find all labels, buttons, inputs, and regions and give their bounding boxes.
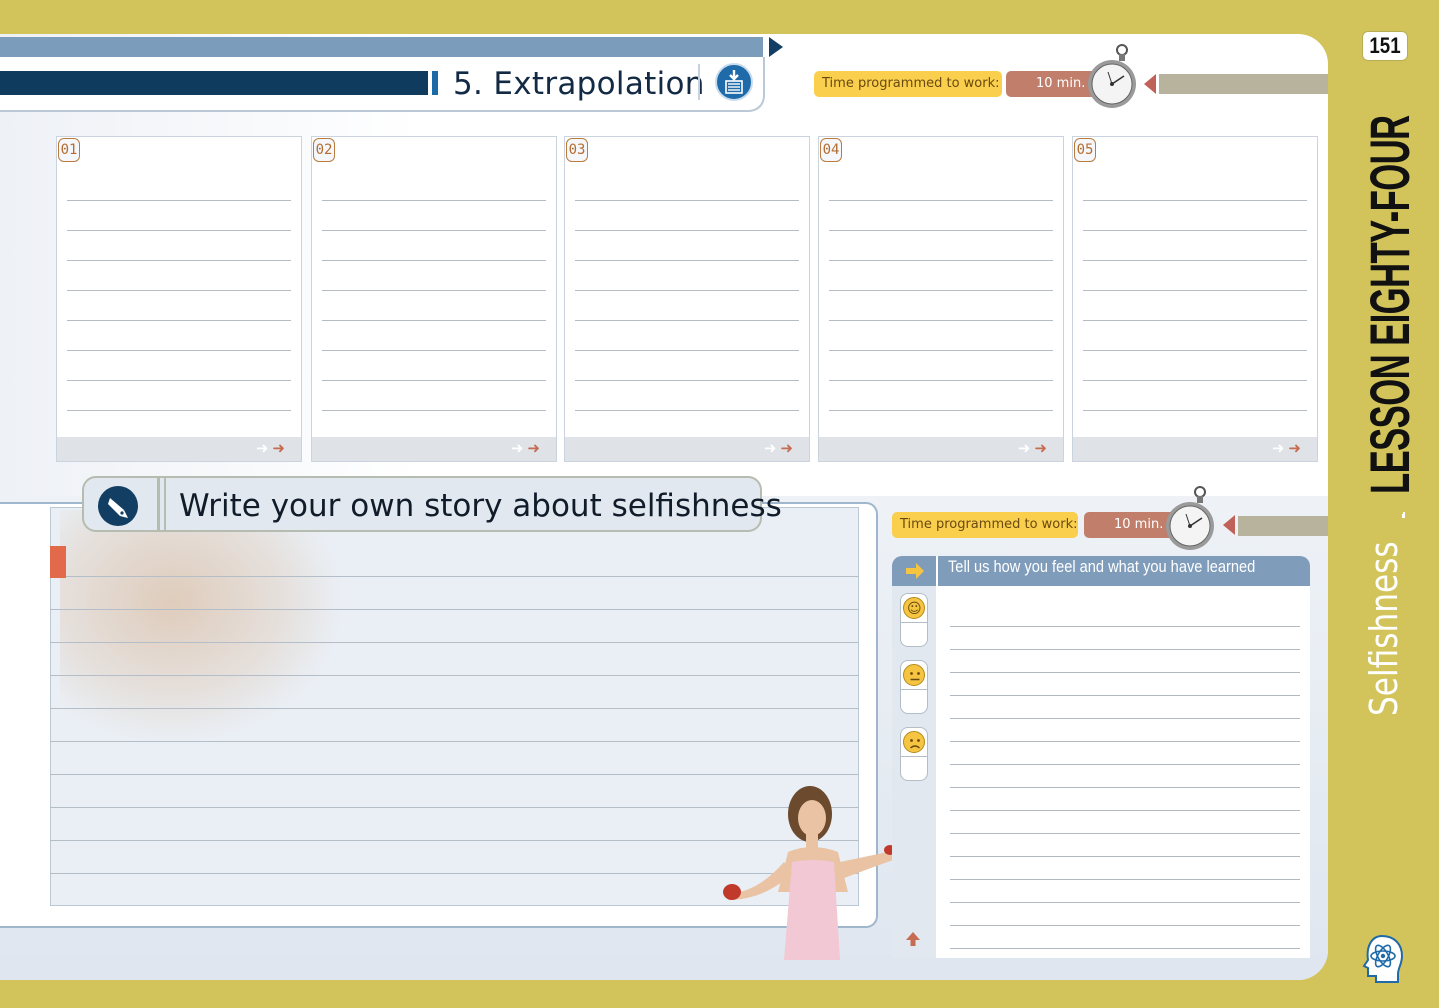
atom-head-icon — [1362, 934, 1404, 983]
timer-bar — [1159, 74, 1328, 94]
writing-lines — [322, 171, 546, 426]
option-divider — [901, 689, 927, 690]
column-footer: ➜➜ — [819, 437, 1063, 461]
column-number: 01 — [58, 138, 80, 162]
download-list-icon[interactable] — [715, 63, 753, 101]
section-arrow — [769, 37, 783, 57]
writing-lines — [1083, 171, 1307, 426]
option-divider — [901, 756, 927, 757]
answer-column-02[interactable]: 02 ➜➜ — [311, 136, 557, 462]
column-footer: ➜➜ — [1073, 437, 1317, 461]
section-tick — [432, 71, 438, 95]
column-number: 02 — [313, 138, 335, 162]
header-separator — [157, 478, 160, 530]
section-separator — [698, 64, 700, 100]
section-top-bar — [0, 37, 763, 57]
answer-column-03[interactable]: 03 ➜➜ — [564, 136, 810, 462]
timer-pointer-2 — [1223, 515, 1235, 535]
timer-pointer — [1144, 74, 1156, 94]
next-arrows-icon[interactable]: ➜➜ — [1018, 439, 1051, 457]
happy-face-icon: ☺ — [903, 597, 925, 619]
next-arrows-icon[interactable]: ➜➜ — [1272, 439, 1305, 457]
feeling-neutral-option[interactable] — [900, 660, 928, 714]
column-footer: ➜➜ — [57, 437, 301, 461]
girl-balancing-apples — [723, 786, 910, 960]
column-number: 05 — [1074, 138, 1096, 162]
lesson-title-text: LESSON EIGHTY-FOUR — [1358, 115, 1421, 494]
next-arrows-icon[interactable]: ➜➜ — [764, 439, 797, 457]
header-separator — [164, 478, 166, 530]
writing-lines — [575, 171, 799, 426]
arrow-right-icon — [906, 563, 924, 579]
section-title: 5. Extrapolation — [453, 66, 705, 102]
arrow-up-icon[interactable] — [904, 930, 922, 948]
story-marker — [50, 546, 66, 578]
lesson-topic-text: Selfishness — [1362, 541, 1406, 716]
feelings-writing-lines[interactable] — [950, 604, 1300, 950]
column-number: 04 — [820, 138, 842, 162]
answer-column-04[interactable]: 04 ➜➜ — [818, 136, 1064, 462]
timer-label: Time programmed to work: — [814, 71, 1002, 97]
page-number: 151 — [1369, 33, 1401, 58]
section-navy-bar — [0, 71, 428, 95]
pen-nib-icon — [98, 486, 138, 526]
answer-column-05[interactable]: 05 ➜➜ — [1072, 136, 1318, 462]
option-divider — [901, 622, 927, 623]
feeling-happy-option[interactable]: ☺ — [900, 593, 928, 647]
feelings-header-separator — [936, 556, 938, 586]
neutral-face-icon — [903, 664, 925, 686]
timer-bar-2 — [1238, 516, 1328, 536]
feelings-title: Tell us how you feel and what you have l… — [948, 557, 1256, 576]
lesson-topic: Selfishness — [1362, 538, 1406, 716]
next-arrows-icon[interactable]: ➜➜ — [511, 439, 544, 457]
column-number: 03 — [566, 138, 588, 162]
writing-lines — [67, 171, 291, 426]
stopwatch-icon — [1166, 486, 1214, 550]
stopwatch-icon — [1088, 44, 1136, 108]
lesson-title: LESSON EIGHTY-FOUR — [1358, 115, 1421, 494]
next-arrows-icon[interactable]: ➜➜ — [256, 439, 289, 457]
story-title: Write your own story about selfishness — [179, 488, 782, 524]
writing-lines — [829, 171, 1053, 426]
sad-face-icon — [903, 731, 925, 753]
feeling-sad-option[interactable] — [900, 727, 928, 781]
column-footer: ➜➜ — [312, 437, 556, 461]
side-divider-tick — [1402, 514, 1405, 518]
timer-label-2: Time programmed to work: — [892, 512, 1078, 538]
column-footer: ➜➜ — [565, 437, 809, 461]
answer-column-01[interactable]: 01 ➜➜ — [56, 136, 302, 462]
